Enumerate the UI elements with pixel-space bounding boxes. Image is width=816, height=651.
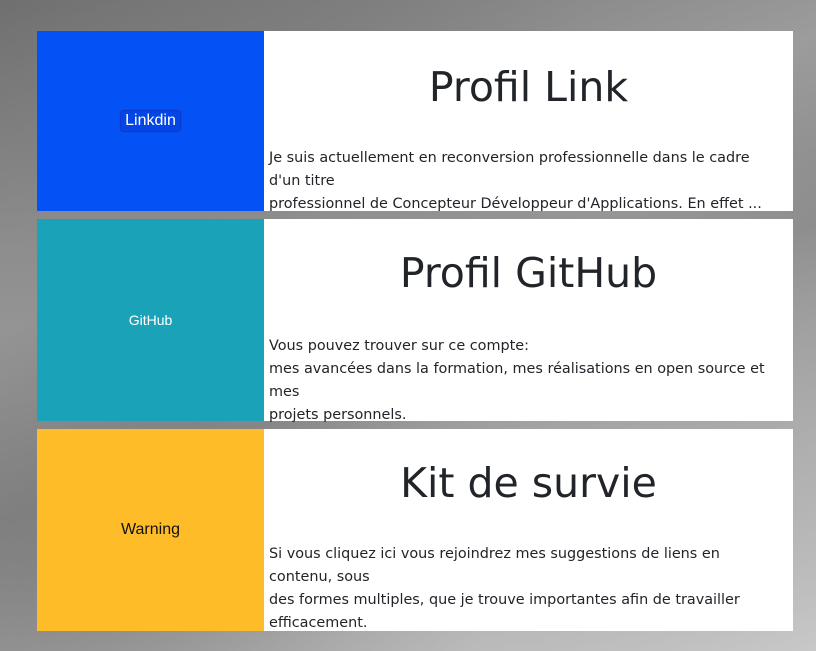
linkedin-profile-card: Linkdin Profil Link Je suis actuellement… xyxy=(37,31,793,212)
github-card-body: Profil GitHub Vous pouvez trouver sur ce… xyxy=(264,219,793,423)
github-card-text: Vous pouvez trouver sur ce compte: mes a… xyxy=(269,338,765,423)
survival-kit-card-title: Kit de survie xyxy=(400,459,657,507)
linkedin-card-text: Je suis actuellement en reconversion pro… xyxy=(269,150,762,212)
github-side-panel: GitHub xyxy=(37,219,264,421)
github-profile-card: GitHub Profil GitHub Vous pouvez trouver… xyxy=(37,219,793,423)
linkedin-card-body: Profil Link Je suis actuellement en reco… xyxy=(264,31,793,212)
survival-kit-card-body: Kit de survie Si vous cliquez ici vous r… xyxy=(264,429,793,631)
linkedin-card-title: Profil Link xyxy=(428,63,629,111)
warning-side-panel: Warning xyxy=(37,429,264,631)
linkedin-side-panel: Linkdin xyxy=(37,31,264,211)
survival-kit-card-text: Si vous cliquez ici vous rejoindrez mes … xyxy=(269,546,740,631)
warning-button[interactable]: Warning xyxy=(121,521,180,539)
github-link[interactable]: GitHub xyxy=(129,312,173,328)
survival-kit-card: Warning Kit de survie Si vous cliquez ic… xyxy=(37,429,793,631)
linkedin-button[interactable]: Linkdin xyxy=(120,110,181,132)
github-card-title: Profil GitHub xyxy=(399,249,658,297)
